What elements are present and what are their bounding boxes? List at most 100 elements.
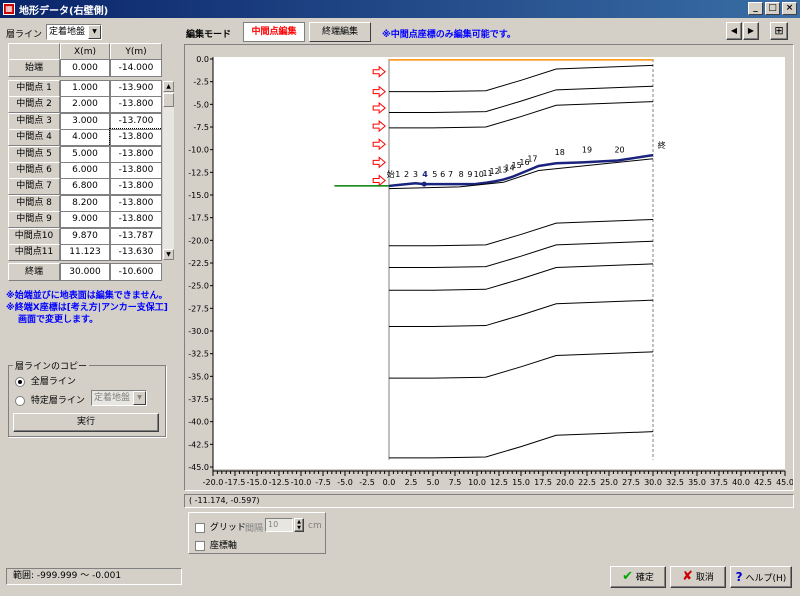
left-panel: 層ライン 定着地盤 ▼ X(m) Y(m) 始端 0.000 -14.000 中…: [0, 18, 180, 558]
checkbox-icon: [195, 522, 205, 533]
row-y[interactable]: -13.800: [110, 162, 162, 179]
interval-stepper-icon[interactable]: ▲ ▼: [294, 518, 304, 532]
x-tick-label: 7.5: [449, 478, 462, 487]
x-tick-label: 35.0: [688, 478, 706, 487]
row-x[interactable]: 1.000: [60, 80, 110, 97]
layer-select[interactable]: 定着地盤 ▼: [46, 24, 102, 40]
interval-input[interactable]: 10: [265, 518, 293, 532]
range-status: 範囲: -999.999 ～ -0.001: [6, 568, 182, 585]
row-y[interactable]: -13.787: [110, 227, 162, 245]
row-label: 中間点10: [8, 227, 60, 245]
row-label: 中間点 1: [8, 80, 60, 97]
point-label: 3: [413, 170, 418, 179]
row-x[interactable]: 3.000: [60, 112, 110, 130]
nav-right-icon[interactable]: ▶: [743, 22, 759, 40]
x-tick-label: 0.0: [383, 478, 396, 487]
point-label: 始: [387, 169, 395, 179]
row-x[interactable]: 9.000: [60, 211, 110, 229]
point-label: 5: [432, 170, 437, 179]
row-y[interactable]: -13.800: [110, 178, 162, 196]
row-label: 中間点 3: [8, 112, 60, 130]
row-y[interactable]: -13.800: [109, 128, 163, 148]
y-tick-label: -25.0: [188, 282, 209, 291]
minimize-icon[interactable]: _: [748, 2, 763, 15]
row-y[interactable]: -13.800: [110, 211, 162, 229]
row-x[interactable]: 6.000: [60, 162, 110, 179]
y-tick-label: -2.5: [193, 78, 209, 87]
y-tick-label: -17.5: [188, 214, 209, 223]
help-button[interactable]: ? ヘルプ(H): [730, 566, 792, 588]
x-tick-label: 40.0: [732, 478, 750, 487]
x-tick-label: 15.0: [512, 478, 530, 487]
row-y[interactable]: -13.800: [110, 96, 162, 114]
run-copy-button[interactable]: 実行: [13, 413, 159, 432]
grid-checkbox[interactable]: グリッド: [195, 520, 246, 533]
x-tick-label: 17.5: [534, 478, 552, 487]
maximize-icon[interactable]: □: [765, 2, 780, 15]
row-x[interactable]: 9.870: [60, 227, 110, 245]
selected-point: [421, 181, 427, 187]
table-scrollbar[interactable]: ▲ ▼: [162, 80, 175, 261]
row-x[interactable]: 8.200: [60, 194, 110, 212]
app-icon: ▦: [3, 3, 15, 15]
x-tick-label: 37.5: [710, 478, 728, 487]
point-label: 4: [422, 170, 428, 179]
x-tick-label: 25.0: [600, 478, 618, 487]
row-x[interactable]: 4.000: [60, 129, 110, 147]
y-tick-label: 0.0: [196, 55, 209, 64]
copy-group-label: 層ラインのコピー: [13, 359, 90, 372]
point-label: 終: [658, 140, 666, 150]
copy-group: 層ラインのコピー 全層ライン 特定層ライン 定着地盤 ▼ 実行: [8, 359, 166, 437]
radio-off-icon: [15, 395, 25, 406]
x-tick-label: 20.0: [556, 478, 574, 487]
row-label: 中間点 6: [8, 162, 60, 179]
coord-readout: ( -11.174, -0.597): [184, 494, 794, 508]
checkbox-icon: [195, 540, 205, 551]
start-x: 0.000: [60, 59, 110, 77]
mode-label: 編集モード: [186, 30, 232, 40]
row-y[interactable]: -13.900: [110, 80, 162, 97]
radio-all-layers[interactable]: 全層ライン: [15, 374, 76, 387]
point-label: 1: [395, 170, 400, 179]
x-tick-label: 32.5: [666, 478, 684, 487]
row-y[interactable]: -13.700: [110, 112, 162, 130]
row-y[interactable]: -13.800: [110, 145, 162, 163]
note-start: ※始端並びに地表面は編集できません。: [6, 291, 168, 301]
note-end: ※終端X座標は[考え方|アンカー支保工]: [6, 303, 168, 313]
tab-mid-edit[interactable]: 中間点編集: [243, 22, 305, 42]
row-x[interactable]: 5.000: [60, 145, 110, 163]
row-y[interactable]: -13.800: [110, 194, 162, 212]
close-icon[interactable]: ×: [782, 2, 797, 15]
chevron-down-icon: ▼: [88, 25, 101, 39]
row-x[interactable]: 11.123: [60, 244, 110, 261]
row-x[interactable]: 6.800: [60, 178, 110, 196]
axis-checkbox[interactable]: 座標軸: [195, 538, 237, 551]
row-y[interactable]: -13.630: [110, 244, 162, 261]
point-label: 19: [582, 145, 592, 154]
row-label: 中間点 2: [8, 96, 60, 114]
point-label: 9: [467, 170, 472, 179]
x-tick-label: 30.0: [644, 478, 662, 487]
end-label: 終端: [8, 263, 60, 281]
x-tick-label: -12.5: [269, 478, 290, 487]
cross-icon: ✘: [682, 569, 693, 584]
interval-unit: cm: [308, 521, 322, 531]
edit-notice: ※中間点座標のみ編集可能です。: [382, 30, 516, 40]
scroll-up-icon[interactable]: ▲: [163, 81, 174, 92]
row-x[interactable]: 2.000: [60, 96, 110, 114]
scroll-down-icon[interactable]: ▼: [163, 249, 174, 260]
grid-view-icon[interactable]: ⊞: [770, 22, 788, 40]
terrain-plot[interactable]: 0.0-2.5-5.0-7.5-10.0-12.5-15.0-17.5-20.0…: [185, 45, 793, 490]
point-label: 20: [614, 145, 624, 154]
tab-end-edit[interactable]: 終端編集: [309, 22, 371, 42]
grid-options-panel: グリッド 間隔 10 ▲ ▼ cm 座標軸: [188, 512, 326, 554]
cancel-button[interactable]: ✘ 取消: [670, 566, 726, 588]
nav-left-icon[interactable]: ◀: [726, 22, 742, 40]
specific-layer-select[interactable]: 定着地盤 ▼: [91, 390, 147, 406]
point-label: 7: [448, 170, 453, 179]
confirm-button[interactable]: ✔ 確定: [610, 566, 666, 588]
radio-specific-layer[interactable]: 特定層ライン: [15, 393, 85, 406]
y-tick-label: -32.5: [188, 350, 209, 359]
x-tick-label: 10.0: [468, 478, 486, 487]
scroll-thumb[interactable]: [163, 93, 174, 107]
